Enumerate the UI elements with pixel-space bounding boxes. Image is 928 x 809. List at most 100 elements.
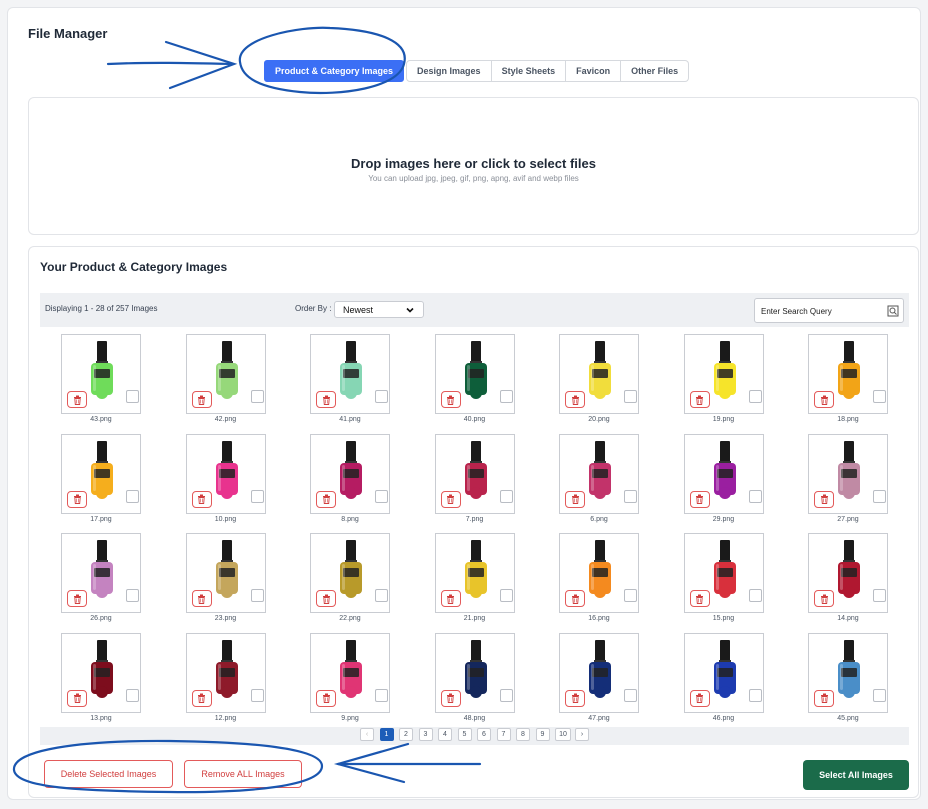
image-card[interactable] — [559, 632, 639, 713]
select-image-checkbox[interactable] — [748, 489, 762, 503]
delete-image-button[interactable] — [440, 391, 461, 408]
image-card[interactable] — [61, 334, 141, 414]
select-image-checkbox[interactable] — [126, 589, 139, 602]
select-image-checkbox[interactable] — [748, 688, 762, 702]
select-image-checkbox[interactable] — [873, 589, 886, 602]
delete-image-button[interactable] — [67, 590, 87, 607]
image-card[interactable] — [808, 334, 888, 414]
delete-image-button[interactable] — [814, 391, 834, 408]
pagination-page-9[interactable]: 9 — [535, 728, 550, 741]
image-card[interactable] — [683, 533, 764, 613]
select-image-checkbox[interactable] — [624, 589, 637, 602]
delete-image-button[interactable] — [191, 490, 212, 508]
image-card[interactable] — [185, 632, 266, 713]
delete-image-button[interactable] — [565, 490, 585, 508]
delete-image-button[interactable] — [67, 391, 87, 408]
tab-favicon[interactable]: Favicon — [566, 60, 622, 82]
delete-image-button[interactable] — [316, 490, 336, 508]
delete-image-button[interactable] — [689, 590, 710, 607]
image-card[interactable] — [808, 632, 888, 713]
delete-image-button[interactable] — [67, 490, 87, 508]
remove-all-button[interactable]: Remove ALL Images — [184, 760, 302, 788]
delete-image-button[interactable] — [814, 490, 834, 508]
select-image-checkbox[interactable] — [126, 688, 139, 702]
select-image-checkbox[interactable] — [126, 489, 139, 503]
delete-image-button[interactable] — [191, 689, 212, 707]
pagination-next[interactable]: › — [575, 728, 589, 741]
select-image-checkbox[interactable] — [873, 489, 886, 503]
select-all-button[interactable]: Select All Images — [803, 760, 909, 790]
pagination-page-5[interactable]: 5 — [457, 728, 472, 741]
upload-dropzone[interactable]: Drop images here or click to select file… — [28, 97, 919, 235]
image-card[interactable] — [310, 632, 390, 713]
delete-image-button[interactable] — [565, 689, 585, 707]
pagination-page-3[interactable]: 3 — [418, 728, 433, 741]
image-card[interactable] — [683, 334, 764, 414]
image-card[interactable] — [434, 533, 515, 613]
delete-image-button[interactable] — [316, 590, 336, 607]
select-image-checkbox[interactable] — [250, 688, 264, 702]
image-card[interactable] — [61, 632, 141, 713]
select-image-checkbox[interactable] — [375, 688, 388, 702]
image-card[interactable] — [185, 334, 266, 414]
delete-image-button[interactable] — [440, 490, 461, 508]
image-card[interactable] — [185, 533, 266, 613]
tab-other-files[interactable]: Other Files — [621, 60, 690, 82]
tab-product-category-images[interactable]: Product & Category Images — [264, 60, 405, 82]
select-image-checkbox[interactable] — [250, 489, 264, 503]
pagination-page-8[interactable]: 8 — [516, 728, 530, 741]
pagination-prev[interactable]: ‹ — [360, 728, 374, 741]
delete-image-button[interactable] — [689, 689, 710, 707]
image-card[interactable] — [683, 632, 764, 713]
pagination-page-6[interactable]: 6 — [477, 728, 491, 741]
select-image-checkbox[interactable] — [873, 688, 886, 702]
delete-image-button[interactable] — [316, 391, 336, 408]
select-image-checkbox[interactable] — [748, 390, 762, 403]
select-image-checkbox[interactable] — [250, 390, 264, 403]
delete-image-button[interactable] — [565, 391, 585, 408]
image-card[interactable] — [808, 533, 888, 613]
delete-image-button[interactable] — [814, 689, 834, 707]
select-image-checkbox[interactable] — [624, 688, 637, 702]
delete-image-button[interactable] — [440, 590, 461, 607]
image-card[interactable] — [61, 433, 141, 514]
select-image-checkbox[interactable] — [499, 589, 513, 602]
select-image-checkbox[interactable] — [624, 489, 637, 503]
image-card[interactable] — [185, 433, 266, 514]
select-image-checkbox[interactable] — [499, 489, 513, 503]
select-image-checkbox[interactable] — [748, 589, 762, 602]
delete-image-button[interactable] — [316, 689, 336, 707]
delete-image-button[interactable] — [565, 590, 585, 607]
image-card[interactable] — [310, 433, 390, 514]
select-image-checkbox[interactable] — [375, 589, 388, 602]
pagination-page-2[interactable]: 2 — [399, 728, 413, 741]
select-image-checkbox[interactable] — [126, 390, 139, 403]
image-card[interactable] — [559, 433, 639, 514]
image-card[interactable] — [434, 433, 515, 514]
select-image-checkbox[interactable] — [624, 390, 637, 403]
tab-style-sheets[interactable]: Style Sheets — [491, 60, 567, 82]
pagination-page-7[interactable]: 7 — [496, 728, 511, 741]
delete-image-button[interactable] — [689, 490, 710, 508]
image-card[interactable] — [808, 433, 888, 514]
tab-design-images[interactable]: Design Images — [406, 60, 492, 82]
select-image-checkbox[interactable] — [375, 489, 388, 503]
delete-image-button[interactable] — [67, 689, 87, 707]
image-card[interactable] — [310, 334, 390, 414]
image-card[interactable] — [683, 433, 764, 514]
select-image-checkbox[interactable] — [499, 390, 513, 403]
image-card[interactable] — [434, 334, 515, 414]
delete-image-button[interactable] — [191, 590, 212, 607]
delete-image-button[interactable] — [440, 689, 461, 707]
delete-image-button[interactable] — [689, 391, 710, 408]
image-card[interactable] — [559, 334, 639, 414]
search-icon[interactable] — [887, 305, 899, 317]
image-card[interactable] — [310, 533, 390, 613]
order-by-select[interactable]: Newest — [334, 301, 424, 318]
select-image-checkbox[interactable] — [250, 589, 264, 602]
select-image-checkbox[interactable] — [375, 390, 388, 403]
pagination-page-10[interactable]: 10 — [555, 728, 571, 741]
image-card[interactable] — [61, 533, 141, 613]
delete-selected-button[interactable]: Delete Selected Images — [44, 760, 173, 788]
delete-image-button[interactable] — [814, 590, 834, 607]
